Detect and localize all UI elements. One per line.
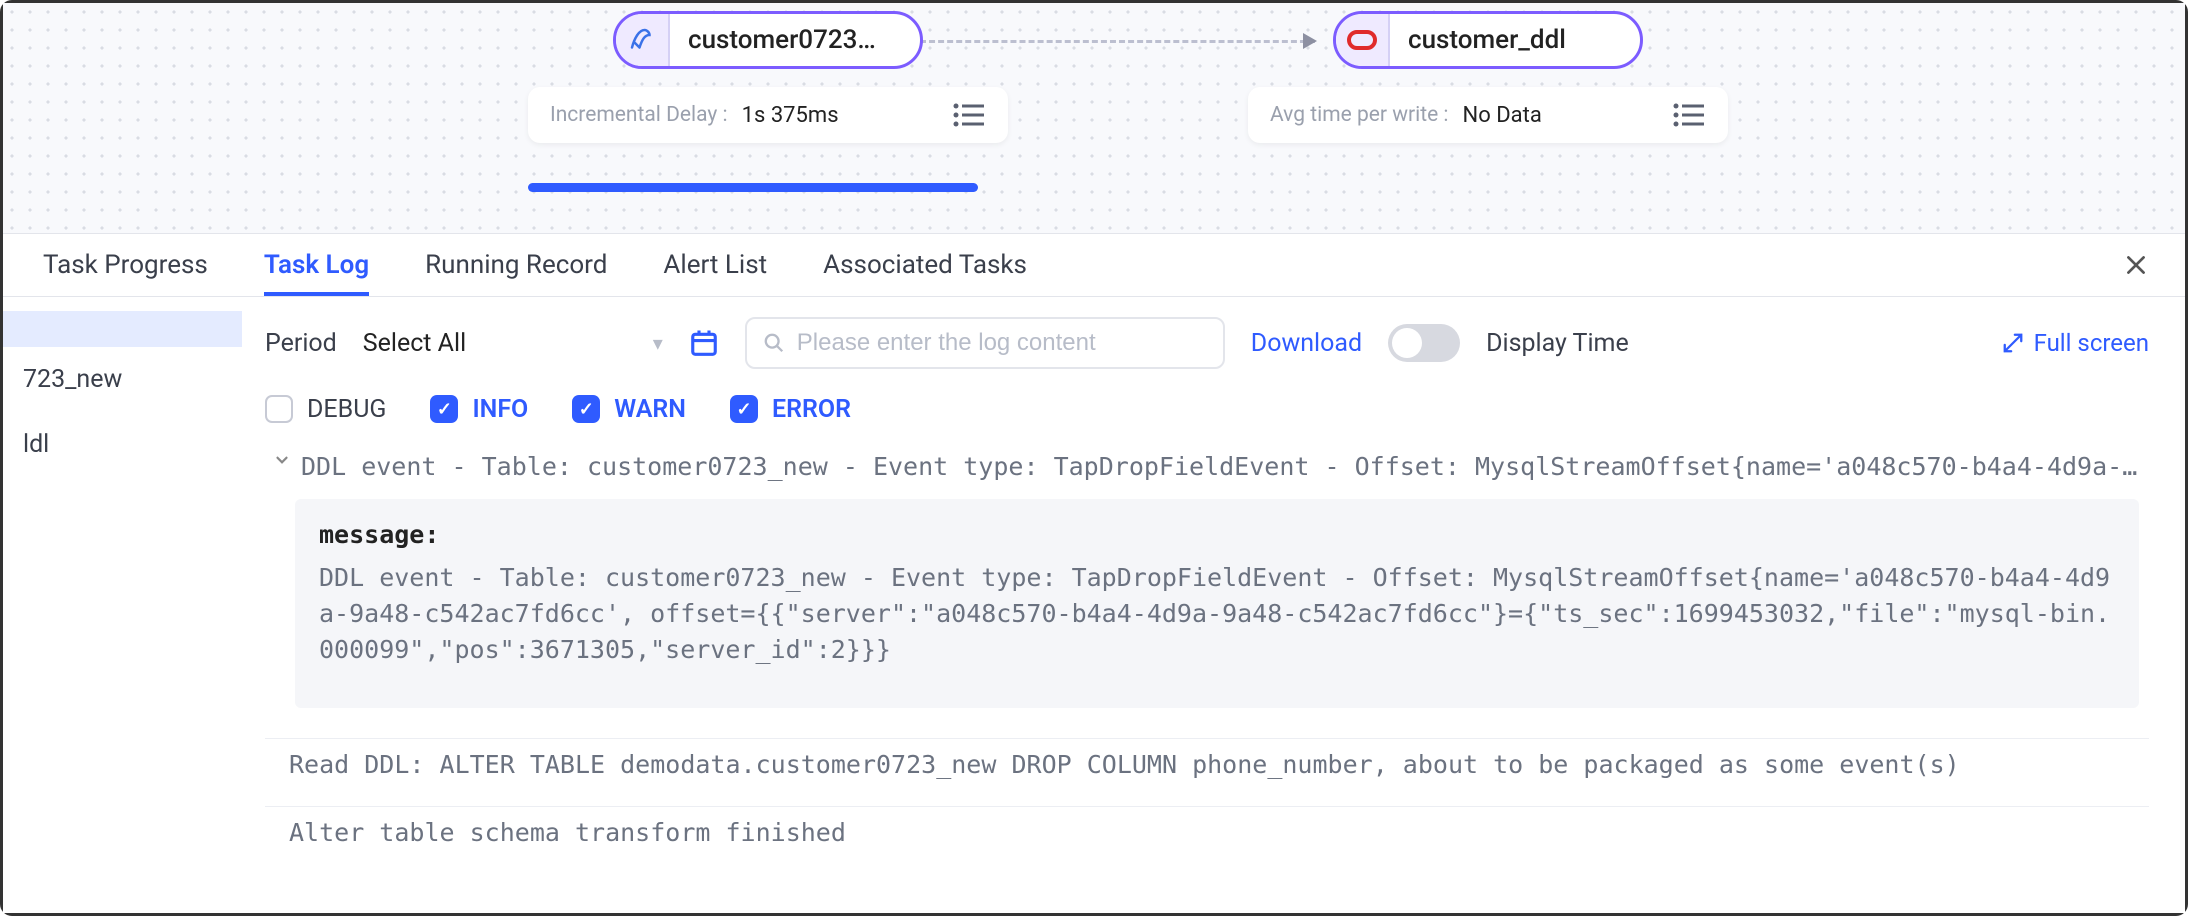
target-stat-card: Avg time per write : No Data — [1248, 87, 1728, 143]
source-stat-value: 1s 375ms — [742, 103, 952, 128]
level-warn-label: WARN — [614, 395, 686, 424]
flow-canvas[interactable]: customer0723… Incremental Delay : 1s 375… — [3, 3, 2185, 233]
source-label: customer0723… — [670, 25, 920, 55]
calendar-icon[interactable] — [689, 328, 719, 358]
log-main-panel: Period Select All ▾ Downl — [243, 297, 2185, 913]
level-error-label: ERROR — [772, 395, 851, 424]
checkbox-checked-icon: ✓ — [430, 395, 458, 423]
level-debug[interactable]: DEBUG — [265, 395, 386, 424]
close-icon[interactable] — [2117, 246, 2155, 284]
search-icon — [763, 332, 785, 354]
sidebar-item-0[interactable] — [3, 311, 242, 347]
chevron-down-icon: ▾ — [653, 331, 663, 355]
log-line-text: Read DDL: ALTER TABLE demodata.customer0… — [289, 747, 1960, 783]
list-icon[interactable] — [952, 101, 986, 129]
log-summary: DDL event - Table: customer0723_new - Ev… — [301, 449, 2141, 485]
list-icon[interactable] — [1672, 101, 1706, 129]
log-message-header: message: — [319, 517, 2115, 553]
fullscreen-button[interactable]: Full screen — [2002, 329, 2149, 357]
fullscreen-label: Full screen — [2034, 329, 2149, 357]
tab-associated-tasks[interactable]: Associated Tasks — [823, 234, 1027, 296]
level-error[interactable]: ✓ ERROR — [730, 395, 851, 424]
checkbox-empty-icon — [265, 395, 293, 423]
log-line[interactable]: Read DDL: ALTER TABLE demodata.customer0… — [265, 738, 2149, 806]
level-debug-label: DEBUG — [307, 395, 386, 424]
oracle-icon — [1336, 14, 1390, 66]
target-label: customer_ddl — [1390, 25, 1640, 55]
period-select[interactable]: Select All ▾ — [363, 329, 663, 358]
toggle-knob — [1392, 328, 1422, 358]
display-time-label: Display Time — [1486, 329, 1629, 358]
log-message-block: message: DDL event - Table: customer0723… — [295, 499, 2139, 708]
source-progress-bar — [528, 183, 978, 192]
expand-icon — [2002, 332, 2024, 354]
log-search[interactable] — [745, 317, 1225, 369]
level-info-label: INFO — [472, 395, 528, 424]
target-stat-value: No Data — [1463, 103, 1672, 128]
download-link[interactable]: Download — [1251, 329, 1362, 358]
source-stat-label: Incremental Delay : — [550, 103, 728, 127]
checkbox-checked-icon: ✓ — [730, 395, 758, 423]
target-pill[interactable]: customer_ddl — [1333, 11, 1643, 69]
log-toolbar: Period Select All ▾ Downl — [265, 315, 2149, 371]
tabs-bar: Task Progress Task Log Running Record Al… — [3, 233, 2185, 297]
log-search-input[interactable] — [797, 329, 1207, 357]
sidebar-item-1[interactable]: 723_new — [3, 347, 242, 412]
log-line[interactable]: Alter table schema transform finished — [265, 806, 2149, 874]
source-node[interactable]: customer0723… Incremental Delay : 1s 375… — [528, 11, 1008, 143]
tab-task-log[interactable]: Task Log — [264, 234, 369, 296]
tab-task-progress[interactable]: Task Progress — [43, 234, 208, 296]
log-sidebar: 723_new ldl — [3, 297, 243, 913]
log-area[interactable]: DDL event - Table: customer0723_new - Ev… — [265, 443, 2149, 913]
period-select-value: Select All — [363, 329, 466, 358]
chevron-down-icon[interactable] — [273, 451, 291, 469]
target-node[interactable]: customer_ddl Avg time per write : No Dat… — [1248, 11, 1728, 143]
level-warn[interactable]: ✓ WARN — [572, 395, 686, 424]
log-entry-expanded[interactable]: DDL event - Table: customer0723_new - Ev… — [265, 443, 2149, 491]
mysql-icon — [616, 14, 670, 66]
level-info[interactable]: ✓ INFO — [430, 395, 528, 424]
tab-alert-list[interactable]: Alert List — [663, 234, 767, 296]
tab-running-record[interactable]: Running Record — [425, 234, 607, 296]
source-stat-card: Incremental Delay : 1s 375ms — [528, 87, 1008, 143]
lower-panel: 723_new ldl Period Select All ▾ — [3, 297, 2185, 913]
level-filter-row: DEBUG ✓ INFO ✓ WARN ✓ ERROR — [265, 385, 2149, 433]
target-stat-label: Avg time per write : — [1270, 103, 1449, 127]
display-time-toggle[interactable] — [1388, 324, 1460, 362]
period-label: Period — [265, 329, 337, 358]
source-pill[interactable]: customer0723… — [613, 11, 923, 69]
log-line-text: Alter table schema transform finished — [289, 815, 846, 851]
log-message-body: DDL event - Table: customer0723_new - Ev… — [319, 560, 2115, 669]
sidebar-item-2[interactable]: ldl — [3, 412, 242, 477]
checkbox-checked-icon: ✓ — [572, 395, 600, 423]
